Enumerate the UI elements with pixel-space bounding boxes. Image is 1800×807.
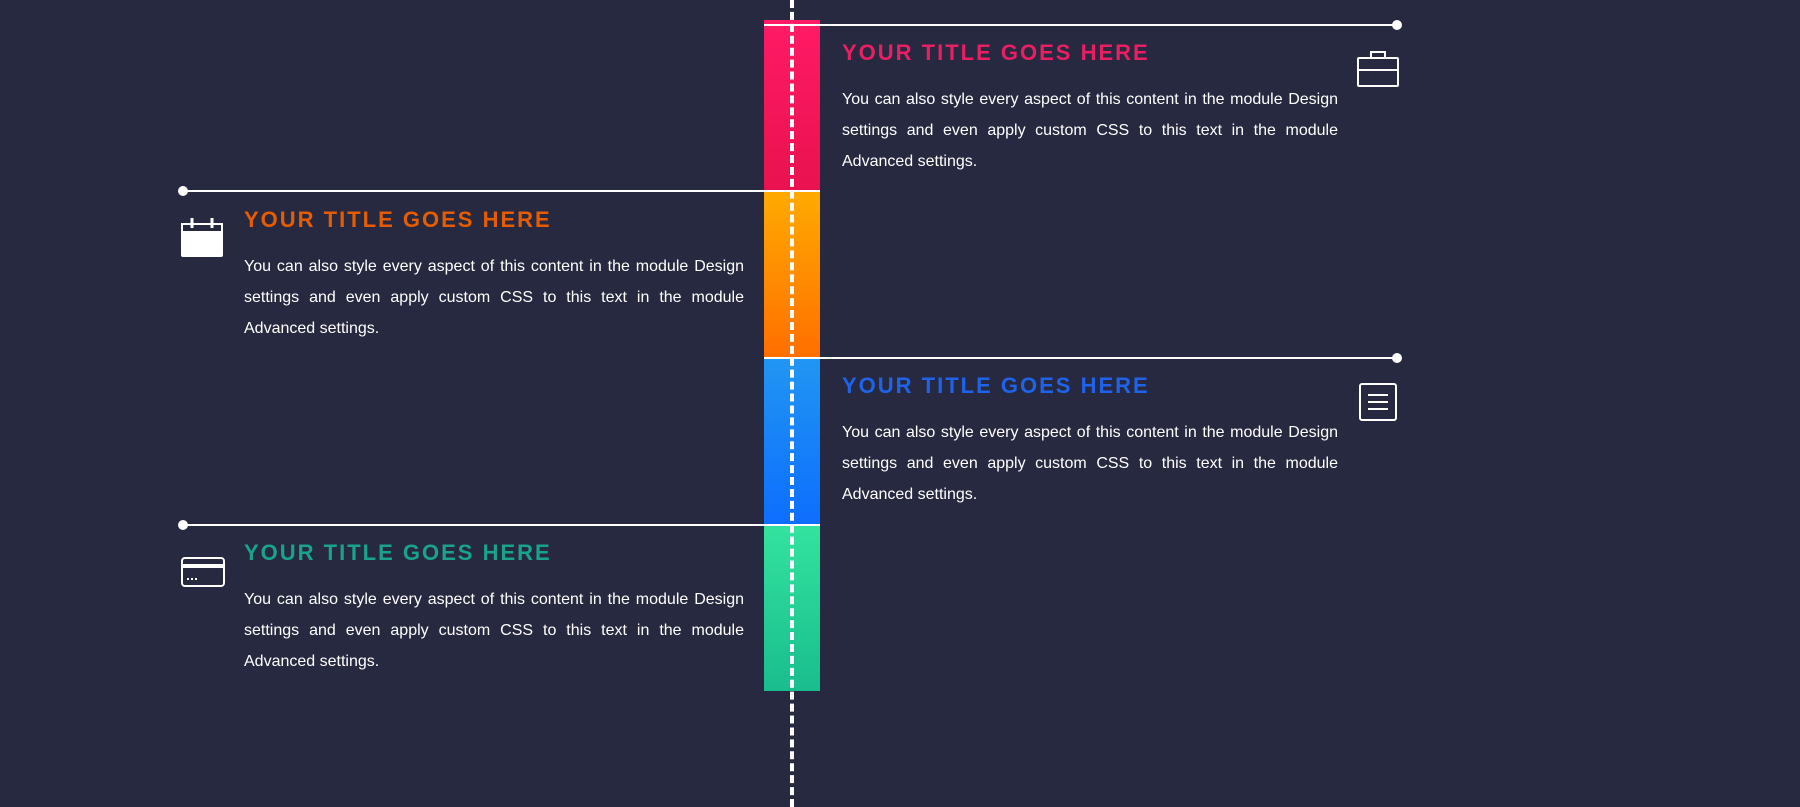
timeline-connector-1 xyxy=(764,24,1398,26)
timeline-item-1: YOUR TITLE GOES HERE You can also style … xyxy=(764,40,1384,178)
timeline-item-desc: You can also style every aspect of this … xyxy=(842,84,1338,178)
connector-dot xyxy=(1392,20,1402,30)
timeline: YOUR TITLE GOES HERE You can also style … xyxy=(0,0,1800,807)
timeline-item-title: YOUR TITLE GOES HERE xyxy=(842,40,1324,66)
timeline-item-title: YOUR TITLE GOES HERE xyxy=(842,373,1324,399)
timeline-connector-2 xyxy=(182,190,820,192)
timeline-item-2: YOUR TITLE GOES HERE You can also style … xyxy=(180,207,820,345)
briefcase-icon xyxy=(1356,48,1400,93)
timeline-item-desc: You can also style every aspect of this … xyxy=(244,584,744,678)
timeline-item-desc: You can also style every aspect of this … xyxy=(842,417,1338,511)
card-icon xyxy=(180,556,226,593)
calendar-icon xyxy=(180,216,224,263)
timeline-item-title: YOUR TITLE GOES HERE xyxy=(244,207,820,233)
timeline-item-4: YOUR TITLE GOES HERE You can also style … xyxy=(180,540,820,678)
menu-icon xyxy=(1358,382,1398,427)
timeline-item-3: YOUR TITLE GOES HERE You can also style … xyxy=(764,373,1384,511)
connector-dot xyxy=(1392,353,1402,363)
timeline-item-title: YOUR TITLE GOES HERE xyxy=(244,540,820,566)
timeline-item-desc: You can also style every aspect of this … xyxy=(244,251,744,345)
timeline-connector-3 xyxy=(764,357,1398,359)
connector-dot xyxy=(178,186,188,196)
connector-dot xyxy=(178,520,188,530)
timeline-connector-4 xyxy=(182,524,820,526)
